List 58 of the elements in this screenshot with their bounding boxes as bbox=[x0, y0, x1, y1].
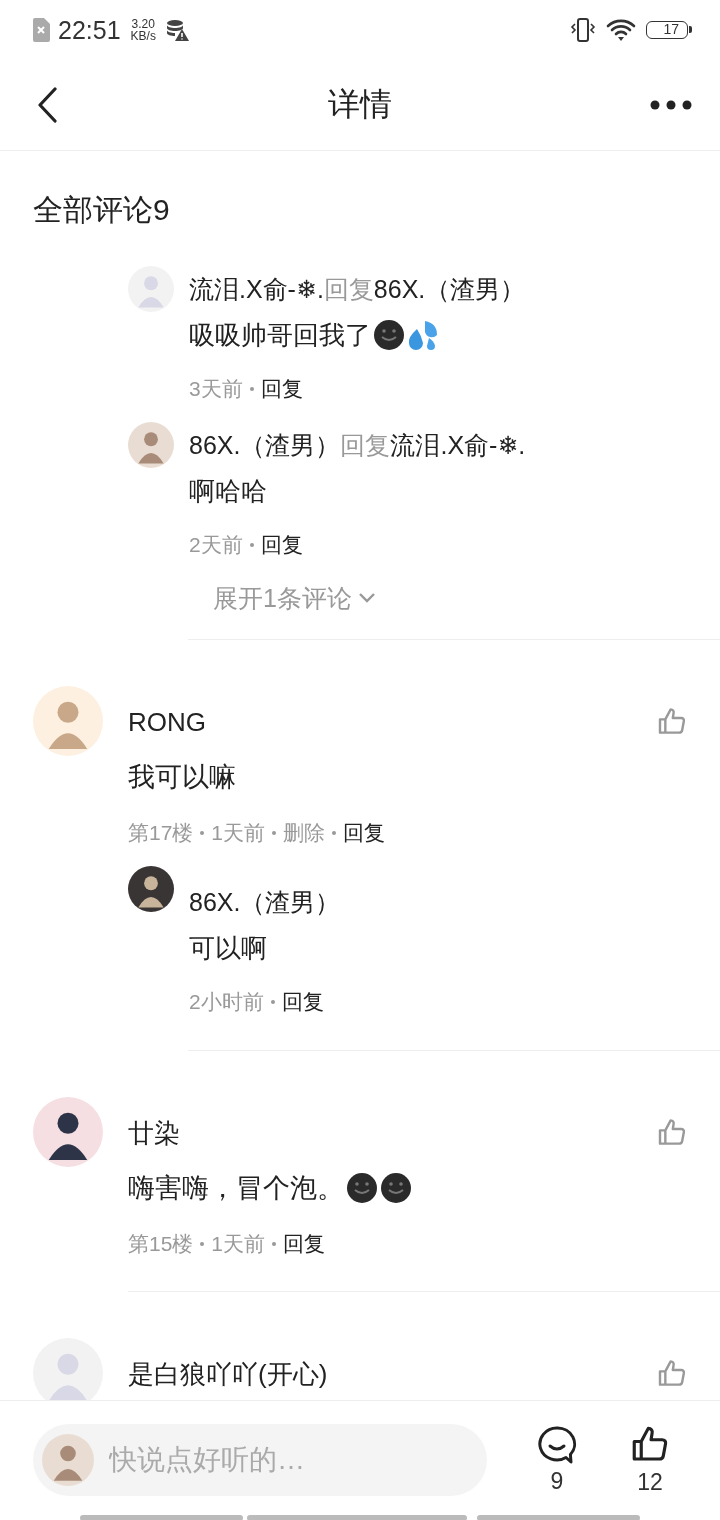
comment-input[interactable]: 快说点好听的… bbox=[33, 1424, 487, 1496]
comment-text: 啊哈哈 bbox=[189, 475, 267, 508]
reply-link[interactable]: 回复 bbox=[260, 526, 303, 564]
comment-info: 2天前 bbox=[189, 532, 243, 558]
user-name[interactable]: 廿染 bbox=[128, 1110, 180, 1156]
comment-info: 第17楼 bbox=[128, 820, 194, 846]
clock-time: 22:51 bbox=[58, 15, 121, 45]
comment-info: 2小时前 bbox=[189, 989, 264, 1015]
chevron-down-icon bbox=[357, 592, 376, 604]
smiley-icon bbox=[380, 1172, 412, 1204]
comment-text: 我可以嘛 bbox=[128, 761, 236, 794]
separator-dot bbox=[249, 543, 254, 547]
comment-icon[interactable] bbox=[537, 1425, 577, 1465]
reply-link[interactable]: 回复 bbox=[260, 370, 303, 408]
sim-card-icon bbox=[32, 18, 50, 42]
vibrate-icon bbox=[570, 17, 596, 43]
separator-dot bbox=[200, 831, 205, 835]
reply-link[interactable]: 回复 bbox=[281, 983, 324, 1021]
section-heading: 全部评论9 bbox=[33, 193, 170, 226]
avatar[interactable] bbox=[128, 866, 174, 912]
comment-info: 1天前 bbox=[211, 820, 266, 846]
separator-dot bbox=[272, 1242, 277, 1246]
separator-dot bbox=[249, 387, 254, 391]
reply-link[interactable]: 回复 bbox=[343, 814, 386, 852]
back-icon[interactable] bbox=[36, 87, 58, 123]
network-speed: 3.20 bbox=[131, 18, 155, 30]
network-speed-unit: KB/s bbox=[130, 30, 156, 42]
user-name[interactable]: 是白狼吖吖(开心) bbox=[128, 1351, 328, 1397]
reply-link[interactable]: 回复 bbox=[283, 1225, 326, 1263]
comment-info: 3天前 bbox=[189, 376, 243, 402]
wifi-icon bbox=[606, 18, 636, 42]
user-name[interactable]: RONG bbox=[128, 699, 206, 745]
separator-dot bbox=[272, 831, 277, 835]
comment-info: 1天前 bbox=[211, 1231, 266, 1257]
smiley-icon bbox=[346, 1172, 378, 1204]
comment-info: 第15楼 bbox=[128, 1231, 194, 1257]
comment-text: 可以啊 bbox=[189, 932, 267, 965]
database-warning-icon bbox=[165, 19, 190, 41]
user-name[interactable]: 86X.（渣男） bbox=[189, 888, 341, 916]
smiley-icon bbox=[373, 319, 405, 351]
comment-count: 9 bbox=[550, 1467, 564, 1495]
avatar[interactable] bbox=[33, 1097, 103, 1167]
reply-label: 回复 bbox=[340, 431, 391, 459]
page-title: 详情 bbox=[328, 86, 392, 122]
more-icon[interactable] bbox=[650, 100, 692, 110]
user-name[interactable]: 流泪.X俞-❄. bbox=[189, 275, 324, 303]
separator-dot bbox=[200, 1242, 205, 1246]
user-name[interactable]: 86X.（渣男） bbox=[189, 431, 341, 459]
like-count: 12 bbox=[637, 1468, 663, 1496]
comment-text: 吸吸帅哥回我了 bbox=[189, 319, 371, 352]
comment-info: 删除 bbox=[283, 820, 326, 846]
user-name[interactable]: 86X.（渣男） bbox=[373, 275, 526, 303]
comment-text: 嗨害嗨，冒个泡。 bbox=[128, 1172, 344, 1205]
reply-label: 回复 bbox=[323, 275, 374, 303]
droplets-icon bbox=[407, 319, 439, 351]
user-name[interactable]: 流泪.X俞-❄. bbox=[390, 431, 526, 459]
separator-dot bbox=[332, 831, 337, 835]
separator-dot bbox=[270, 1000, 275, 1004]
